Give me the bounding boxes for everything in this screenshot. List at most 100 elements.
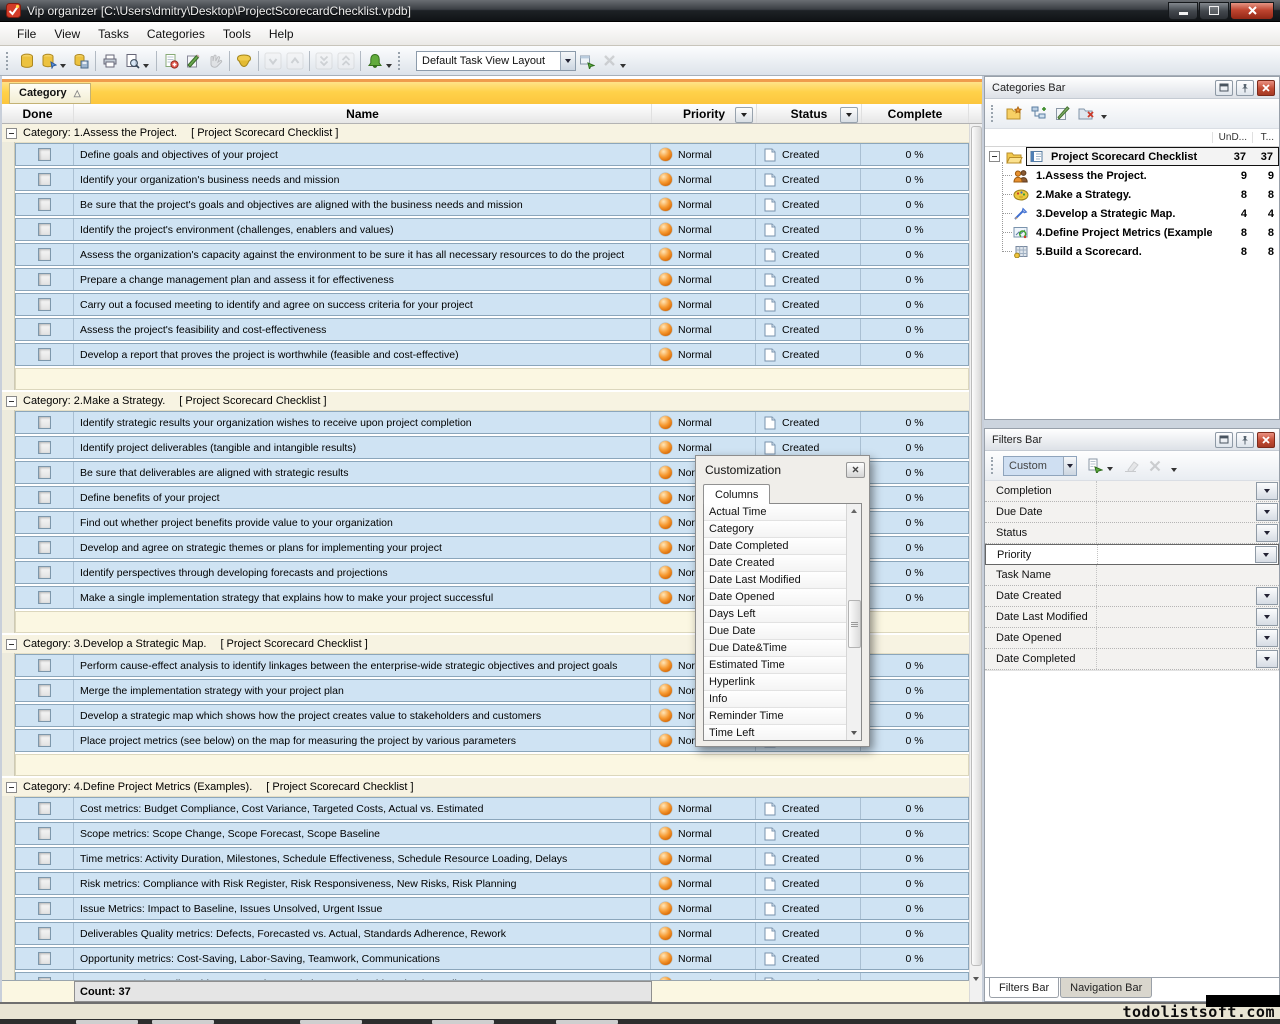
- open-database-button[interactable]: [38, 50, 60, 72]
- filter-value-field[interactable]: [1097, 481, 1256, 501]
- table-row[interactable]: Scope metrics: Scope Change, Scope Forec…: [15, 822, 969, 845]
- dialog-close-button[interactable]: [846, 462, 865, 478]
- tree-item-category-2[interactable]: 2.Make a Strategy. 8 8: [985, 185, 1279, 204]
- task-name[interactable]: Time metrics: Activity Duration, Milesto…: [74, 848, 651, 869]
- done-checkbox[interactable]: [38, 441, 51, 454]
- undone-column-header[interactable]: UnD...: [1212, 132, 1252, 143]
- layout-combobox[interactable]: Default Task View Layout: [416, 51, 576, 71]
- scrollbar-thumb[interactable]: [971, 126, 982, 966]
- column-list-item[interactable]: Due Date&Time: [704, 640, 846, 657]
- task-name[interactable]: Scope metrics: Scope Change, Scope Forec…: [74, 823, 651, 844]
- print-preview-button[interactable]: [121, 50, 143, 72]
- move-task-top-button[interactable]: [335, 50, 357, 72]
- scroll-down-button[interactable]: [847, 726, 861, 740]
- column-list-item[interactable]: Due Date: [704, 623, 846, 640]
- done-checkbox[interactable]: [38, 684, 51, 697]
- apply-filter-button[interactable]: [1083, 455, 1107, 477]
- print-button[interactable]: [99, 50, 121, 72]
- delete-filter-button[interactable]: [1143, 455, 1167, 477]
- filter-dropdown-button[interactable]: [1256, 524, 1278, 542]
- done-checkbox[interactable]: [38, 298, 51, 311]
- task-name[interactable]: Opportunity metrics: Cost-Saving, Labor-…: [74, 948, 651, 969]
- table-row[interactable]: Define goals and objectives of your proj…: [15, 143, 969, 166]
- task-name[interactable]: Be sure that the project's goals and obj…: [74, 194, 651, 215]
- tree-item-category-3[interactable]: 3.Develop a Strategic Map. 4 4: [985, 204, 1279, 223]
- scroll-down-button[interactable]: [970, 972, 982, 986]
- panel-pin-button[interactable]: [1236, 432, 1254, 448]
- filter-value-field[interactable]: [1097, 649, 1256, 669]
- edit-category-button[interactable]: [1051, 103, 1075, 125]
- collapse-icon[interactable]: [6, 128, 17, 139]
- new-category-button[interactable]: [1003, 103, 1027, 125]
- column-list-item[interactable]: Hyperlink: [704, 674, 846, 691]
- task-name[interactable]: Deliverables Quality metrics: Defects, F…: [74, 923, 651, 944]
- apply-filter-dropdown[interactable]: [1107, 467, 1113, 471]
- done-checkbox[interactable]: [38, 902, 51, 915]
- tree-item-category-4[interactable]: 4.Define Project Metrics (Examples). 8 8: [985, 223, 1279, 242]
- done-checkbox[interactable]: [38, 466, 51, 479]
- filter-row[interactable]: Date Created: [985, 586, 1279, 607]
- table-row[interactable]: Risk metrics: Compliance with Risk Regis…: [15, 872, 969, 895]
- table-row[interactable]: Assess the organization's capacity again…: [15, 243, 969, 266]
- filter-dropdown-button[interactable]: [1256, 503, 1278, 521]
- table-row[interactable]: Issue Metrics: Impact to Baseline, Issue…: [15, 897, 969, 920]
- filter-row[interactable]: Priority: [985, 544, 1279, 565]
- tab-columns[interactable]: Columns: [703, 484, 770, 504]
- task-name[interactable]: Develop a report that proves the project…: [74, 344, 651, 365]
- group-header[interactable]: Category: 1.Assess the Project. [ Projec…: [2, 124, 969, 143]
- done-checkbox[interactable]: [38, 198, 51, 211]
- done-checkbox[interactable]: [38, 416, 51, 429]
- filter-dropdown-button[interactable]: [1256, 482, 1278, 500]
- save-database-button[interactable]: [70, 50, 92, 72]
- done-checkbox[interactable]: [38, 148, 51, 161]
- filter-dropdown-button[interactable]: [1255, 546, 1277, 563]
- done-checkbox[interactable]: [38, 709, 51, 722]
- task-name[interactable]: Carry out a focused meeting to identify …: [74, 294, 651, 315]
- column-list-item[interactable]: Time Left: [704, 725, 846, 741]
- duplicate-task-button[interactable]: [204, 50, 226, 72]
- filter-value-field[interactable]: [1097, 523, 1256, 543]
- columns-list-scrollbar[interactable]: [846, 504, 861, 740]
- panel-close-button[interactable]: [1257, 80, 1275, 96]
- table-row[interactable]: Deliverables Quality metrics: Defects, F…: [15, 922, 969, 945]
- menu-item[interactable]: View: [45, 24, 89, 44]
- column-list-item[interactable]: Date Created: [704, 555, 846, 572]
- new-subcategory-button[interactable]: [1027, 103, 1051, 125]
- done-checkbox[interactable]: [38, 348, 51, 361]
- filter-row[interactable]: Date Last Modified: [985, 607, 1279, 628]
- panel-pin-button[interactable]: [1236, 80, 1254, 96]
- clear-filter-button[interactable]: [1119, 455, 1143, 477]
- table-row[interactable]: Carry out a focused meeting to identify …: [15, 293, 969, 316]
- table-row[interactable]: Time metrics: Activity Duration, Milesto…: [15, 847, 969, 870]
- filter-row[interactable]: Date Completed: [985, 649, 1279, 670]
- done-checkbox[interactable]: [38, 516, 51, 529]
- column-list-item[interactable]: Estimated Time: [704, 657, 846, 674]
- task-name[interactable]: Identify the project's environment (chal…: [74, 219, 651, 240]
- new-database-button[interactable]: [16, 50, 38, 72]
- filter-dropdown-button[interactable]: [1256, 608, 1278, 626]
- done-checkbox[interactable]: [38, 927, 51, 940]
- move-task-bottom-button[interactable]: [313, 50, 335, 72]
- filter-preset-dropdown[interactable]: [1063, 457, 1076, 475]
- close-button[interactable]: [1230, 2, 1274, 20]
- collapse-icon[interactable]: [6, 782, 17, 793]
- column-list-item[interactable]: Info: [704, 691, 846, 708]
- edit-task-button[interactable]: [182, 50, 204, 72]
- task-name[interactable]: Risk metrics: Compliance with Risk Regis…: [74, 873, 651, 894]
- task-name[interactable]: Define benefits of your project: [74, 487, 651, 508]
- filter-row[interactable]: Status: [985, 523, 1279, 544]
- task-name[interactable]: Assess the organization's capacity again…: [74, 244, 651, 265]
- table-row[interactable]: Assess the project's feasibility and cos…: [15, 318, 969, 341]
- notifications-dropdown-caret[interactable]: [386, 64, 392, 68]
- task-name[interactable]: Perform cause-effect analysis to identif…: [74, 655, 651, 676]
- filters-toolbar-overflow[interactable]: [1171, 468, 1177, 472]
- panel-minimize-button[interactable]: [1215, 432, 1233, 448]
- column-list-item[interactable]: Date Opened: [704, 589, 846, 606]
- done-checkbox[interactable]: [38, 491, 51, 504]
- add-task-button[interactable]: [160, 50, 182, 72]
- task-name[interactable]: Identify perspectives through developing…: [74, 562, 651, 583]
- task-name[interactable]: Make a single implementation strategy th…: [74, 587, 651, 608]
- task-name[interactable]: Issue Metrics: Impact to Baseline, Issue…: [74, 898, 651, 919]
- table-row[interactable]: Develop a report that proves the project…: [15, 343, 969, 366]
- done-checkbox[interactable]: [38, 273, 51, 286]
